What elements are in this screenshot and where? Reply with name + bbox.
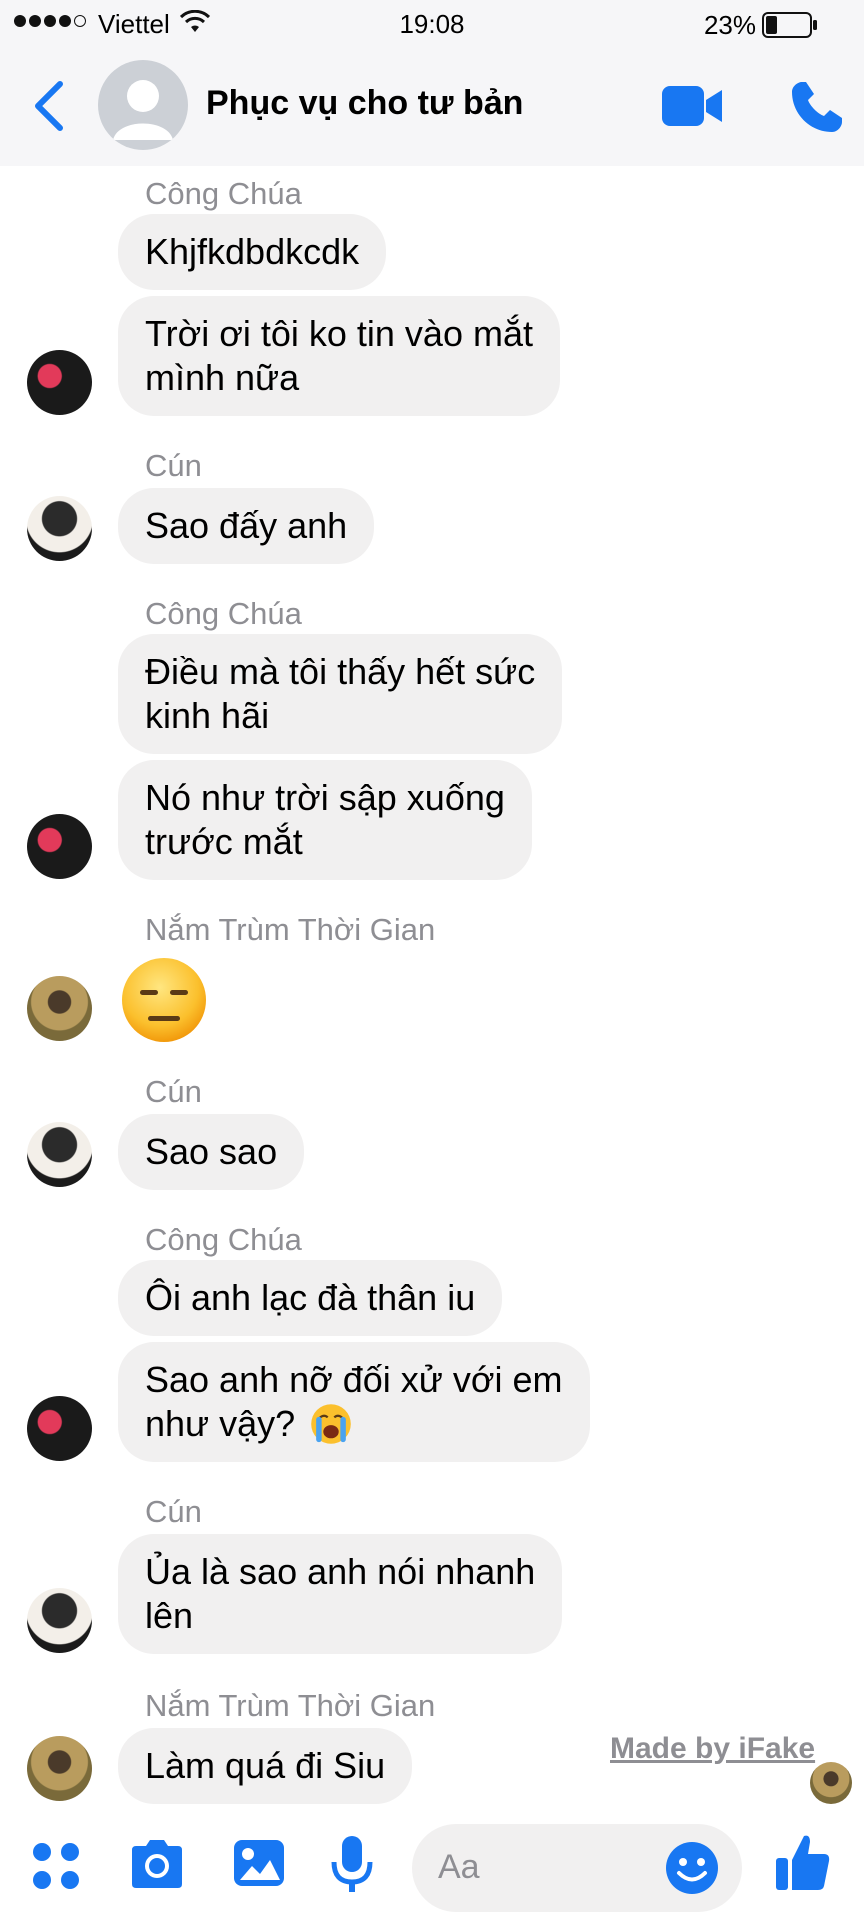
- back-chevron-icon[interactable]: [26, 76, 76, 136]
- conversation-title[interactable]: Phục vụ cho tư bản: [206, 84, 523, 123]
- sender-name: Nắm Trùm Thời Gian: [145, 912, 436, 947]
- read-receipt-avatar: [810, 1762, 852, 1804]
- loudly-crying-face-icon: [311, 1404, 352, 1444]
- message-bubble[interactable]: Điều mà tôi thấy hết sức kinh hãi: [118, 634, 563, 754]
- avatar[interactable]: [27, 1122, 92, 1187]
- battery-icon: [762, 12, 817, 38]
- avatar[interactable]: [27, 496, 92, 561]
- message-bubble[interactable]: Ôi anh lạc đà thân iu: [118, 1260, 503, 1336]
- avatar[interactable]: [27, 1588, 92, 1653]
- avatar[interactable]: [27, 1736, 92, 1801]
- message-bubble[interactable]: Ủa là sao anh nói nhanh lên: [118, 1534, 563, 1654]
- sender-name: Công Chúa: [145, 176, 302, 211]
- conversation-avatar[interactable]: [98, 60, 188, 150]
- avatar[interactable]: [27, 350, 92, 415]
- sender-name: Cún: [145, 1494, 202, 1529]
- watermark: Made by iFake: [610, 1732, 816, 1765]
- avatar[interactable]: [27, 1396, 92, 1461]
- menu-dots-icon[interactable]: [30, 1840, 82, 1892]
- chat-header: Phục vụ cho tư bản: [0, 48, 864, 166]
- message-text: Sao anh nỡ đối xử với em như vậy?: [145, 1359, 563, 1444]
- message-bubble[interactable]: Sao đấy anh: [118, 488, 375, 564]
- expressionless-face-icon[interactable]: [120, 956, 208, 1044]
- message-bubble[interactable]: Sao sao: [118, 1114, 305, 1190]
- message-bubble[interactable]: Nó như trời sập xuống trước mắt: [118, 760, 532, 880]
- composer-bar: Aa: [0, 1806, 864, 1920]
- message-bubble[interactable]: Sao anh nỡ đối xử với em như vậy?: [118, 1342, 590, 1462]
- sender-name: Công Chúa: [145, 1222, 302, 1257]
- message-bubble[interactable]: Khjfkdbdkcdk: [118, 214, 387, 290]
- message-bubble[interactable]: Làm quá đi Siu: [118, 1728, 413, 1804]
- person-placeholder-icon: [113, 80, 173, 140]
- message-bubble[interactable]: Trời ơi tôi ko tin vào mắt mình nữa: [118, 296, 560, 416]
- avatar[interactable]: [27, 976, 92, 1041]
- video-call-icon[interactable]: [662, 84, 724, 128]
- like-thumbs-up-icon[interactable]: [774, 1832, 832, 1894]
- sender-name: Công Chúa: [145, 596, 302, 631]
- emoji-icon[interactable]: [664, 1840, 720, 1896]
- avatar[interactable]: [27, 814, 92, 879]
- sender-name: Cún: [145, 1074, 202, 1109]
- battery-percent: 23%: [703, 10, 756, 40]
- phone-call-icon[interactable]: [788, 78, 846, 136]
- sender-name: Nắm Trùm Thời Gian: [145, 1688, 436, 1723]
- camera-icon[interactable]: [128, 1838, 186, 1890]
- photo-gallery-icon[interactable]: [232, 1836, 286, 1890]
- microphone-icon[interactable]: [330, 1834, 374, 1896]
- status-bar: Viettel 19:08 23%: [0, 0, 864, 48]
- sender-name: Cún: [145, 448, 202, 483]
- message-input-placeholder: Aa: [438, 1848, 480, 1886]
